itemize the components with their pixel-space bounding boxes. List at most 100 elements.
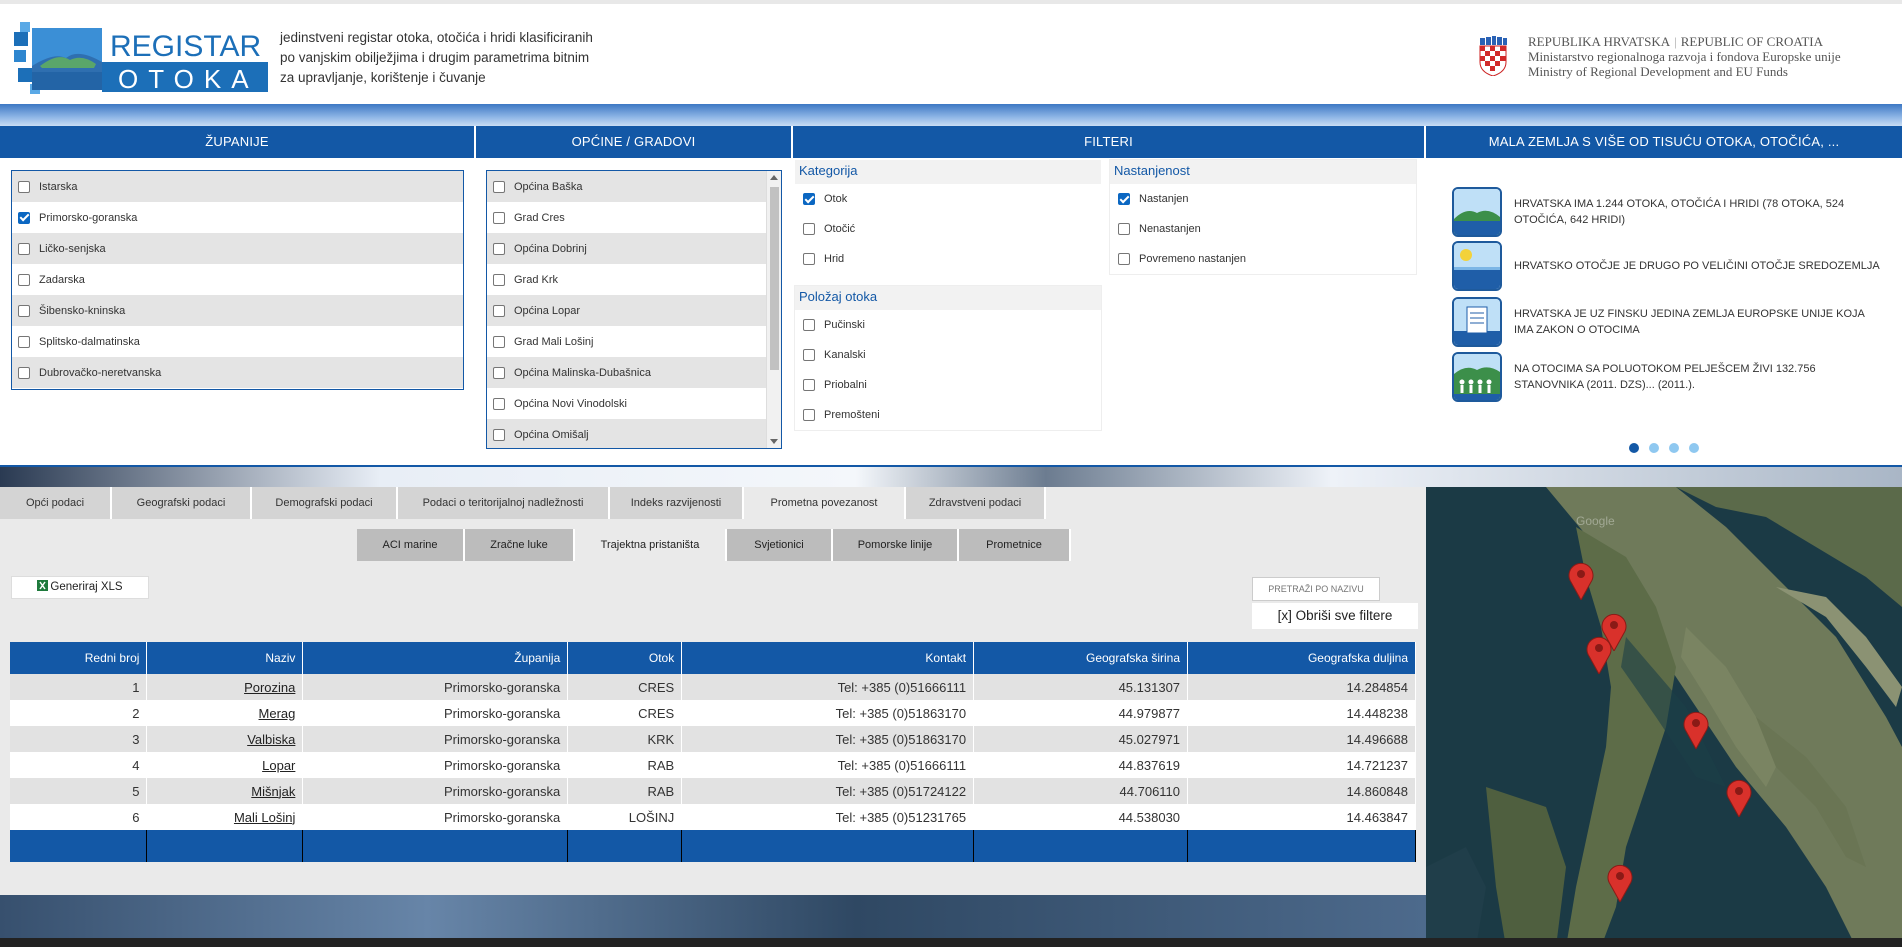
checkbox-checked[interactable] [1118, 193, 1130, 205]
map-marker-mali-losinj[interactable] [1606, 862, 1634, 902]
zupanije-list[interactable]: Istarska Primorsko-goranska Ličko-senjska Z… [11, 170, 464, 390]
port-name-link[interactable]: Porozina [244, 680, 295, 695]
checkbox[interactable] [803, 253, 815, 265]
registar-otoka-logo[interactable]: REGISTAR OTOKA [14, 22, 268, 96]
ministry-logo[interactable]: REPUBLIKA HRVATSKA | REPUBLIC OF CROATIA M… [1478, 34, 1888, 82]
checkbox-option[interactable]: Općina Malinska-Dubašnica [487, 357, 767, 388]
map-marker-porozina[interactable] [1567, 560, 1595, 600]
checkbox-option[interactable]: Splitsko-dalmatinska [12, 326, 463, 357]
tab-opci-podaci[interactable]: Opći podaci [0, 487, 112, 519]
tab-teritorijalna-nadleznost[interactable]: Podaci o teritorijalnoj nadležnosti [398, 487, 610, 519]
checkbox[interactable] [493, 180, 505, 193]
scrollbar-thumb[interactable] [770, 187, 779, 370]
column-header[interactable]: Otok [567, 642, 683, 674]
checkbox[interactable] [493, 397, 505, 410]
clear-filters-button[interactable]: [x] Obriši sve filtere [1252, 603, 1418, 629]
column-header[interactable]: Naziv [146, 642, 304, 674]
search-by-name-input[interactable] [1252, 577, 1380, 601]
subtab-trajektna-pristanista[interactable]: Trajektna pristaništa [575, 529, 727, 561]
tab-prometna-povezanost[interactable]: Prometna povezanost [744, 487, 906, 519]
checkbox-option[interactable]: Šibensko-kninska [12, 295, 463, 326]
checkbox-option[interactable]: Otočić [795, 214, 1101, 244]
checkbox[interactable] [493, 366, 505, 379]
checkbox-option[interactable]: Pučinski [795, 310, 1101, 340]
column-header[interactable]: Redni broj [10, 642, 148, 674]
checkbox[interactable] [18, 180, 30, 193]
checkbox-option[interactable]: Kanalski [795, 340, 1101, 370]
checkbox-option[interactable]: Grad Krk [487, 264, 767, 295]
checkbox-checked[interactable] [803, 193, 815, 205]
tab-indeks-razvijenosti[interactable]: Indeks razvijenosti [610, 487, 744, 519]
scroll-down-icon[interactable] [770, 439, 778, 444]
subtab-prometnice[interactable]: Prometnice [959, 529, 1071, 561]
satellite-map[interactable]: Google [1426, 487, 1902, 947]
checkbox-option[interactable]: Dubrovačko-neretvanska [12, 357, 463, 388]
checkbox[interactable] [803, 319, 815, 331]
checkbox[interactable] [493, 335, 505, 348]
column-header[interactable]: Geografska širina [973, 642, 1189, 674]
checkbox[interactable] [493, 211, 505, 224]
checkbox-option[interactable]: Općina Baška [487, 171, 767, 202]
checkbox[interactable] [803, 409, 815, 421]
checkbox[interactable] [1118, 253, 1130, 265]
tab-zdravstveni-podaci[interactable]: Zdravstveni podaci [906, 487, 1046, 519]
checkbox-option[interactable]: Otok [795, 184, 1101, 214]
checkbox[interactable] [493, 304, 505, 317]
subtab-svjetionici[interactable]: Svjetionici [727, 529, 833, 561]
checkbox-option[interactable]: Nenastanjen [1110, 214, 1416, 244]
checkbox-option[interactable]: Istarska [12, 171, 463, 202]
checkbox-option[interactable]: Nastanjen [1110, 184, 1416, 214]
checkbox-option[interactable]: Općina Lopar [487, 295, 767, 326]
checkbox[interactable] [803, 349, 815, 361]
subtab-zracne-luke[interactable]: Zračne luke [465, 529, 575, 561]
checkbox[interactable] [493, 273, 505, 286]
port-name-link[interactable]: Merag [259, 706, 296, 721]
checkbox[interactable] [803, 223, 815, 235]
carousel-dot[interactable] [1689, 443, 1699, 453]
checkbox[interactable] [18, 335, 30, 348]
checkbox[interactable] [18, 304, 30, 317]
subtab-pomorske-linije[interactable]: Pomorske linije [833, 529, 959, 561]
column-header[interactable]: Geografska duljina [1187, 642, 1416, 674]
checkbox-option[interactable]: Premošteni [795, 400, 1101, 430]
map-marker-lopar[interactable] [1682, 709, 1710, 749]
opcine-scrollbar[interactable] [766, 171, 781, 448]
checkbox[interactable] [1118, 223, 1130, 235]
checkbox-checked[interactable] [18, 211, 30, 224]
port-name-link[interactable]: Mali Lošinj [234, 810, 295, 825]
carousel-dot[interactable] [1629, 443, 1639, 453]
map-marker-misnjak[interactable] [1725, 777, 1753, 817]
checkbox-option[interactable]: Grad Cres [487, 202, 767, 233]
checkbox[interactable] [18, 273, 30, 286]
checkbox-option[interactable]: Općina Omišalj [487, 419, 767, 448]
checkbox[interactable] [493, 242, 505, 255]
map-marker-merag[interactable] [1585, 634, 1613, 674]
scroll-up-icon[interactable] [770, 175, 778, 180]
checkbox[interactable] [18, 242, 30, 255]
checkbox-option[interactable]: Primorsko-goranska [12, 202, 463, 233]
column-header[interactable]: Kontakt [681, 642, 975, 674]
checkbox-label: Pučinski [824, 319, 865, 331]
tab-demografski-podaci[interactable]: Demografski podaci [252, 487, 398, 519]
checkbox-option[interactable]: Općina Novi Vinodolski [487, 388, 767, 419]
port-name-link[interactable]: Lopar [262, 758, 295, 773]
column-header[interactable]: Županija [302, 642, 569, 674]
checkbox-option[interactable]: Općina Dobrinj [487, 233, 767, 264]
checkbox-option[interactable]: Povremeno nastanjen [1110, 244, 1416, 274]
checkbox-option[interactable]: Grad Mali Lošinj [487, 326, 767, 357]
checkbox-option[interactable]: Ličko-senjska [12, 233, 463, 264]
checkbox-option[interactable]: Priobalni [795, 370, 1101, 400]
port-name-link[interactable]: Mišnjak [251, 784, 295, 799]
tab-geografski-podaci[interactable]: Geografski podaci [112, 487, 252, 519]
checkbox[interactable] [493, 428, 505, 441]
carousel-dot[interactable] [1649, 443, 1659, 453]
carousel-dot[interactable] [1669, 443, 1679, 453]
port-name-link[interactable]: Valbiska [247, 732, 295, 747]
checkbox[interactable] [803, 379, 815, 391]
opcine-list[interactable]: Općina Baška Grad Cres Općina Dobrinj Grad … [486, 170, 782, 449]
subtab-aci-marine[interactable]: ACI marine [357, 529, 465, 561]
checkbox[interactable] [18, 366, 30, 379]
generate-xls-button[interactable]: Generiraj XLS [11, 576, 149, 599]
checkbox-option[interactable]: Hrid [795, 244, 1101, 274]
checkbox-option[interactable]: Zadarska [12, 264, 463, 295]
